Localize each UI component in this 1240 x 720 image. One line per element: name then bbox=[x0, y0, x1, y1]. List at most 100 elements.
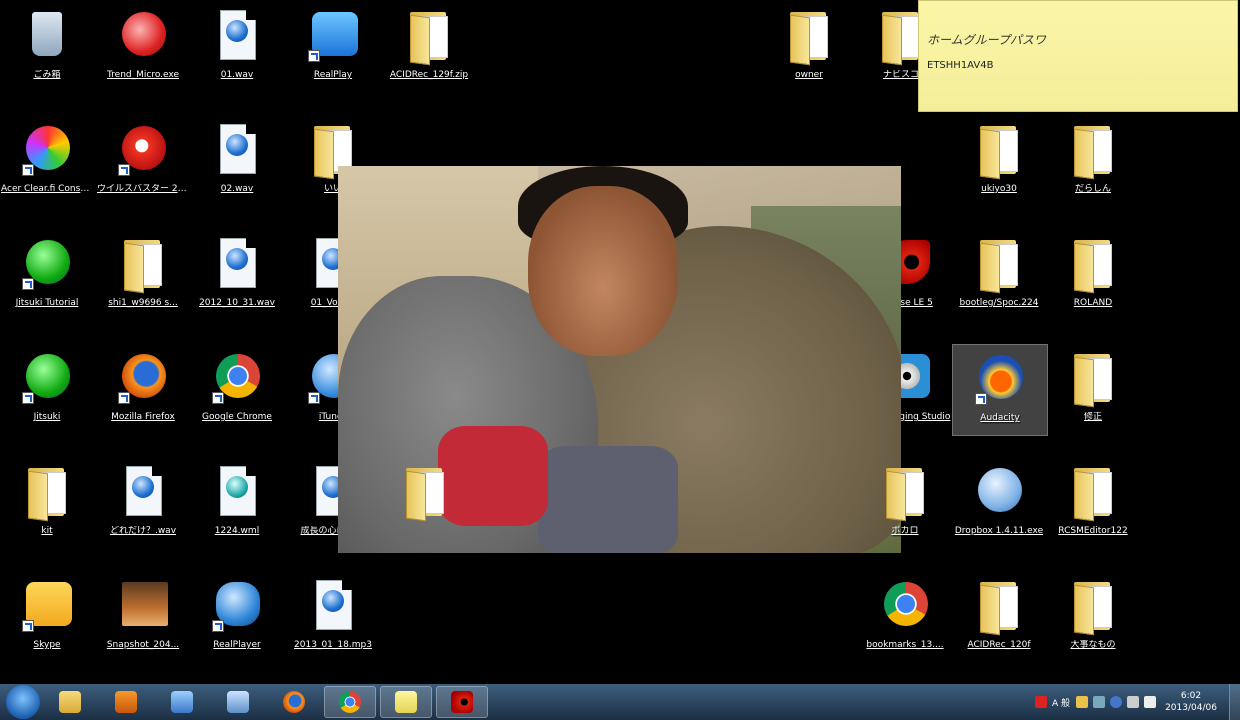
taskbar-app-button[interactable] bbox=[212, 686, 264, 718]
folder-item[interactable]: bootleg/Spoc.224 bbox=[954, 230, 1044, 322]
folder-icon bbox=[782, 6, 836, 66]
chrome-icon bbox=[339, 691, 361, 713]
icon-label: kit bbox=[41, 526, 53, 536]
folder-icon bbox=[1066, 234, 1120, 294]
taskbar-explorer-button[interactable] bbox=[44, 686, 96, 718]
jitsuki-icon-item[interactable]: Jitsuki bbox=[2, 344, 92, 436]
folder-item[interactable]: shi1_w9696 s... bbox=[98, 230, 188, 322]
realplay-icon-item[interactable]: RealPlay bbox=[288, 2, 378, 94]
mp3-file-item[interactable]: 2013_01_18.mp3 bbox=[288, 572, 378, 664]
jitsuki-tutorial-icon-item[interactable]: Jitsuki Tutorial bbox=[2, 230, 92, 322]
realplayer-icon bbox=[210, 576, 264, 634]
audio-file-icon bbox=[306, 576, 360, 634]
jitsuki-icon bbox=[20, 348, 74, 406]
icon-label: ACIDRec_120f bbox=[967, 640, 1031, 650]
sticky-note-body: ETSHH1AV4B bbox=[927, 60, 994, 71]
virus-buster-icon-item[interactable]: ウイルスバスター 2011 クラウド bbox=[97, 116, 189, 208]
folder-item[interactable]: owner bbox=[764, 2, 854, 94]
cubase-icon bbox=[451, 691, 473, 713]
acer-clearfi-icon bbox=[20, 120, 74, 178]
folder-item[interactable]: 修正 bbox=[1048, 344, 1138, 436]
audio-file-icon bbox=[116, 462, 170, 520]
icon-label: owner bbox=[795, 70, 823, 80]
clock-time: 6:02 bbox=[1180, 691, 1202, 701]
snapshot-icon-item[interactable]: Snapshot_204... bbox=[98, 572, 188, 664]
firefox-icon-item[interactable]: Mozilla Firefox bbox=[98, 344, 188, 436]
folder-icon bbox=[1066, 348, 1120, 408]
icon-label: だらしん bbox=[1074, 184, 1111, 194]
icon-label: 01.wav bbox=[220, 70, 254, 80]
volume-tray-icon[interactable] bbox=[1144, 696, 1156, 708]
desktop: ごみ箱 Trend_Micro.exe 01.wav RealPlay ACID… bbox=[0, 0, 1240, 684]
taskbar-cubase-button[interactable] bbox=[436, 686, 488, 718]
ime-indicator[interactable]: A 般 bbox=[1052, 696, 1070, 709]
media-player-icon bbox=[115, 691, 137, 713]
dropbox-installer-item[interactable]: Dropbox 1.4.11.exe bbox=[954, 458, 1044, 550]
wav-file-item[interactable]: 2012_10_31.wav bbox=[192, 230, 282, 322]
sticky-note[interactable]: ホームグループパスワ ETSHH1AV4B bbox=[918, 0, 1238, 112]
antivirus-tray-icon[interactable] bbox=[1034, 696, 1047, 708]
folder-item[interactable]: kit bbox=[2, 458, 92, 550]
folder-icon bbox=[972, 576, 1026, 636]
taskbar-chrome-button[interactable] bbox=[324, 686, 376, 718]
folder-item[interactable]: ukiyo30 bbox=[954, 116, 1044, 208]
folder-icon bbox=[972, 234, 1026, 294]
folder-item[interactable]: だらしん bbox=[1048, 116, 1138, 208]
skype-icon-item[interactable]: Skype bbox=[2, 572, 92, 664]
trend-micro-icon-item[interactable]: Trend_Micro.exe bbox=[98, 2, 188, 94]
icon-label: shi1_w9696 s... bbox=[108, 298, 178, 308]
icon-label: bootleg/Spoc.224 bbox=[959, 298, 1039, 308]
icon-label: 修正 bbox=[1083, 412, 1102, 422]
clock[interactable]: 6:02 2013/04/06 bbox=[1161, 690, 1221, 714]
icon-label: ごみ箱 bbox=[33, 70, 61, 80]
icon-label: 1224.wml bbox=[214, 526, 260, 536]
chrome-icon-item[interactable]: Google Chrome bbox=[192, 344, 282, 436]
icon-label: ukiyo30 bbox=[981, 184, 1017, 194]
wav-file-item[interactable]: 01.wav bbox=[192, 2, 282, 94]
folder-icon bbox=[402, 6, 456, 66]
icon-label: Trend_Micro.exe bbox=[106, 70, 180, 80]
wav-file-item[interactable]: 02.wav bbox=[192, 116, 282, 208]
folder-icon bbox=[398, 462, 452, 522]
folder-item[interactable]: RCSMEditor122 bbox=[1048, 458, 1138, 550]
photo-viewer-icon bbox=[227, 691, 249, 713]
taskbar-firefox-button[interactable] bbox=[268, 686, 320, 718]
folder-item[interactable]: ACIDRec_129f.zip bbox=[384, 2, 474, 94]
realplayer-icon-item[interactable]: RealPlayer bbox=[192, 572, 282, 664]
icon-label: Jitsuki bbox=[33, 412, 61, 422]
taskbar-sticky-notes-button[interactable] bbox=[380, 686, 432, 718]
chrome-icon bbox=[878, 576, 932, 634]
folder-item[interactable]: ボカロ bbox=[860, 458, 950, 550]
folder-icon bbox=[20, 462, 74, 522]
wav-file-item[interactable]: どれだけ？.wav bbox=[98, 458, 188, 550]
trend-micro-icon bbox=[116, 6, 170, 64]
icon-label: Audacity bbox=[980, 413, 1020, 423]
jitsuki-tutorial-icon bbox=[20, 234, 74, 292]
ime-tray-icon[interactable] bbox=[1076, 696, 1088, 708]
icon-label: 大事なもの bbox=[1070, 640, 1116, 650]
folder-item[interactable]: ACIDRec_120f bbox=[954, 572, 1044, 664]
icon-label: Dropbox 1.4.11.exe bbox=[954, 526, 1044, 536]
icon-label: RCSMEditor122 bbox=[1058, 526, 1128, 536]
show-desktop-button[interactable] bbox=[1229, 684, 1240, 720]
document-file-item[interactable]: 1224.wml bbox=[192, 458, 282, 550]
folder-item[interactable]: 大事なもの bbox=[1048, 572, 1138, 664]
recycle-bin-icon-item[interactable]: ごみ箱 bbox=[2, 2, 92, 94]
audacity-icon-item[interactable]: Audacity bbox=[952, 344, 1048, 436]
taskbar-media-player-button[interactable] bbox=[100, 686, 152, 718]
folder-icon bbox=[116, 234, 170, 294]
icon-label: ROLAND bbox=[1073, 298, 1113, 308]
acer-clearfi-icon-item[interactable]: Acer Clear.fi Console bbox=[1, 116, 93, 208]
bookmarks-chrome-item[interactable]: bookmarks_13.... bbox=[860, 572, 950, 664]
clock-date: 2013/04/06 bbox=[1165, 703, 1217, 713]
folder-item[interactable]: ROLAND bbox=[1048, 230, 1138, 322]
help-tray-icon[interactable] bbox=[1110, 696, 1122, 708]
folder-item[interactable] bbox=[380, 458, 470, 550]
icon-label: Acer Clear.fi Console bbox=[1, 184, 93, 194]
taskbar-app-button[interactable] bbox=[156, 686, 208, 718]
start-button[interactable] bbox=[6, 685, 40, 719]
recycle-bin-icon bbox=[20, 6, 74, 64]
network-tray-icon[interactable] bbox=[1127, 696, 1139, 708]
ime-tray-icon[interactable] bbox=[1093, 696, 1105, 708]
document-file-icon bbox=[210, 462, 264, 520]
